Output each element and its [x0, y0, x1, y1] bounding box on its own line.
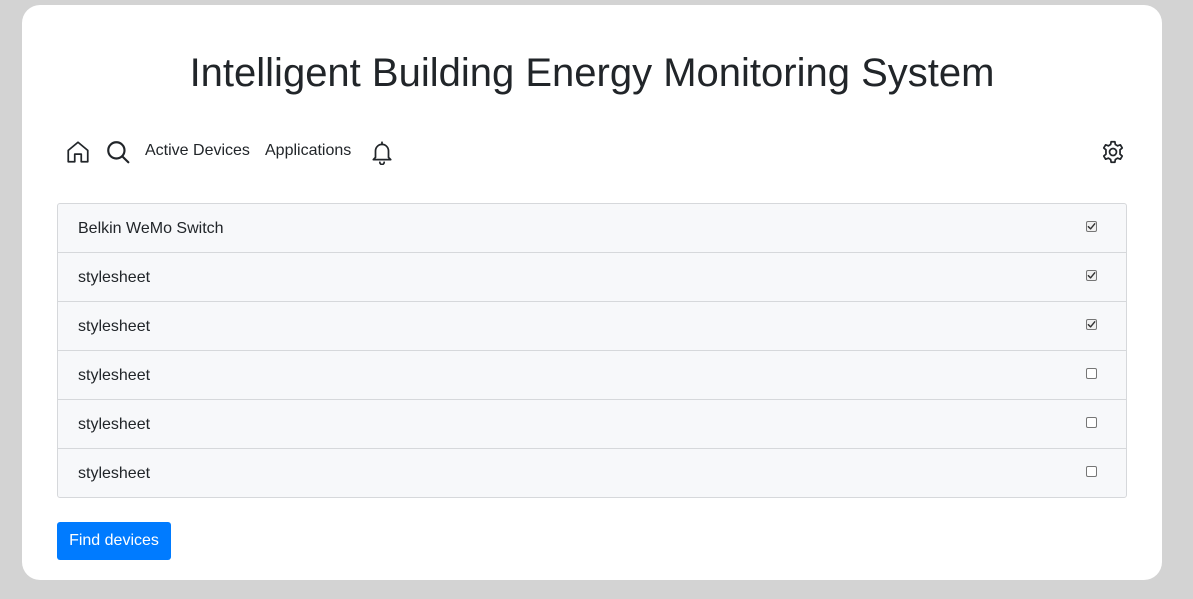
device-row: stylesheet [58, 400, 1126, 449]
device-name: stylesheet [78, 269, 151, 286]
device-checkbox[interactable] [1086, 270, 1097, 281]
device-name: stylesheet [78, 465, 151, 482]
device-row: stylesheet [58, 253, 1126, 302]
device-row: Belkin WeMo Switch [58, 204, 1126, 253]
bell-icon[interactable] [369, 139, 395, 165]
device-row: stylesheet [58, 449, 1126, 497]
checkmark-icon [1087, 223, 1096, 230]
nav-applications[interactable]: Applications [265, 141, 351, 161]
device-checkbox[interactable] [1086, 466, 1097, 477]
nav-active-devices[interactable]: Active Devices [145, 141, 250, 161]
device-row: stylesheet [58, 351, 1126, 400]
checkmark-icon [1087, 321, 1096, 328]
device-checkbox[interactable] [1086, 319, 1097, 330]
navbar: Active Devices Applications [57, 131, 1127, 171]
device-list: Belkin WeMo Switch stylesheet stylesheet st… [57, 203, 1127, 498]
device-name: stylesheet [78, 367, 151, 384]
search-icon[interactable] [105, 139, 131, 165]
home-icon[interactable] [65, 139, 91, 165]
main-card: Intelligent Building Energy Monitoring S… [22, 5, 1162, 580]
checkmark-icon [1087, 272, 1096, 279]
device-checkbox[interactable] [1086, 368, 1097, 379]
device-checkbox[interactable] [1086, 221, 1097, 232]
device-name: stylesheet [78, 318, 151, 335]
page-title: Intelligent Building Energy Monitoring S… [189, 51, 995, 95]
device-name: Belkin WeMo Switch [78, 220, 224, 237]
device-row: stylesheet [58, 302, 1126, 351]
device-checkbox[interactable] [1086, 417, 1097, 428]
gear-icon[interactable] [1100, 139, 1126, 165]
find-devices-button[interactable]: Find devices [57, 522, 171, 560]
device-name: stylesheet [78, 416, 151, 433]
